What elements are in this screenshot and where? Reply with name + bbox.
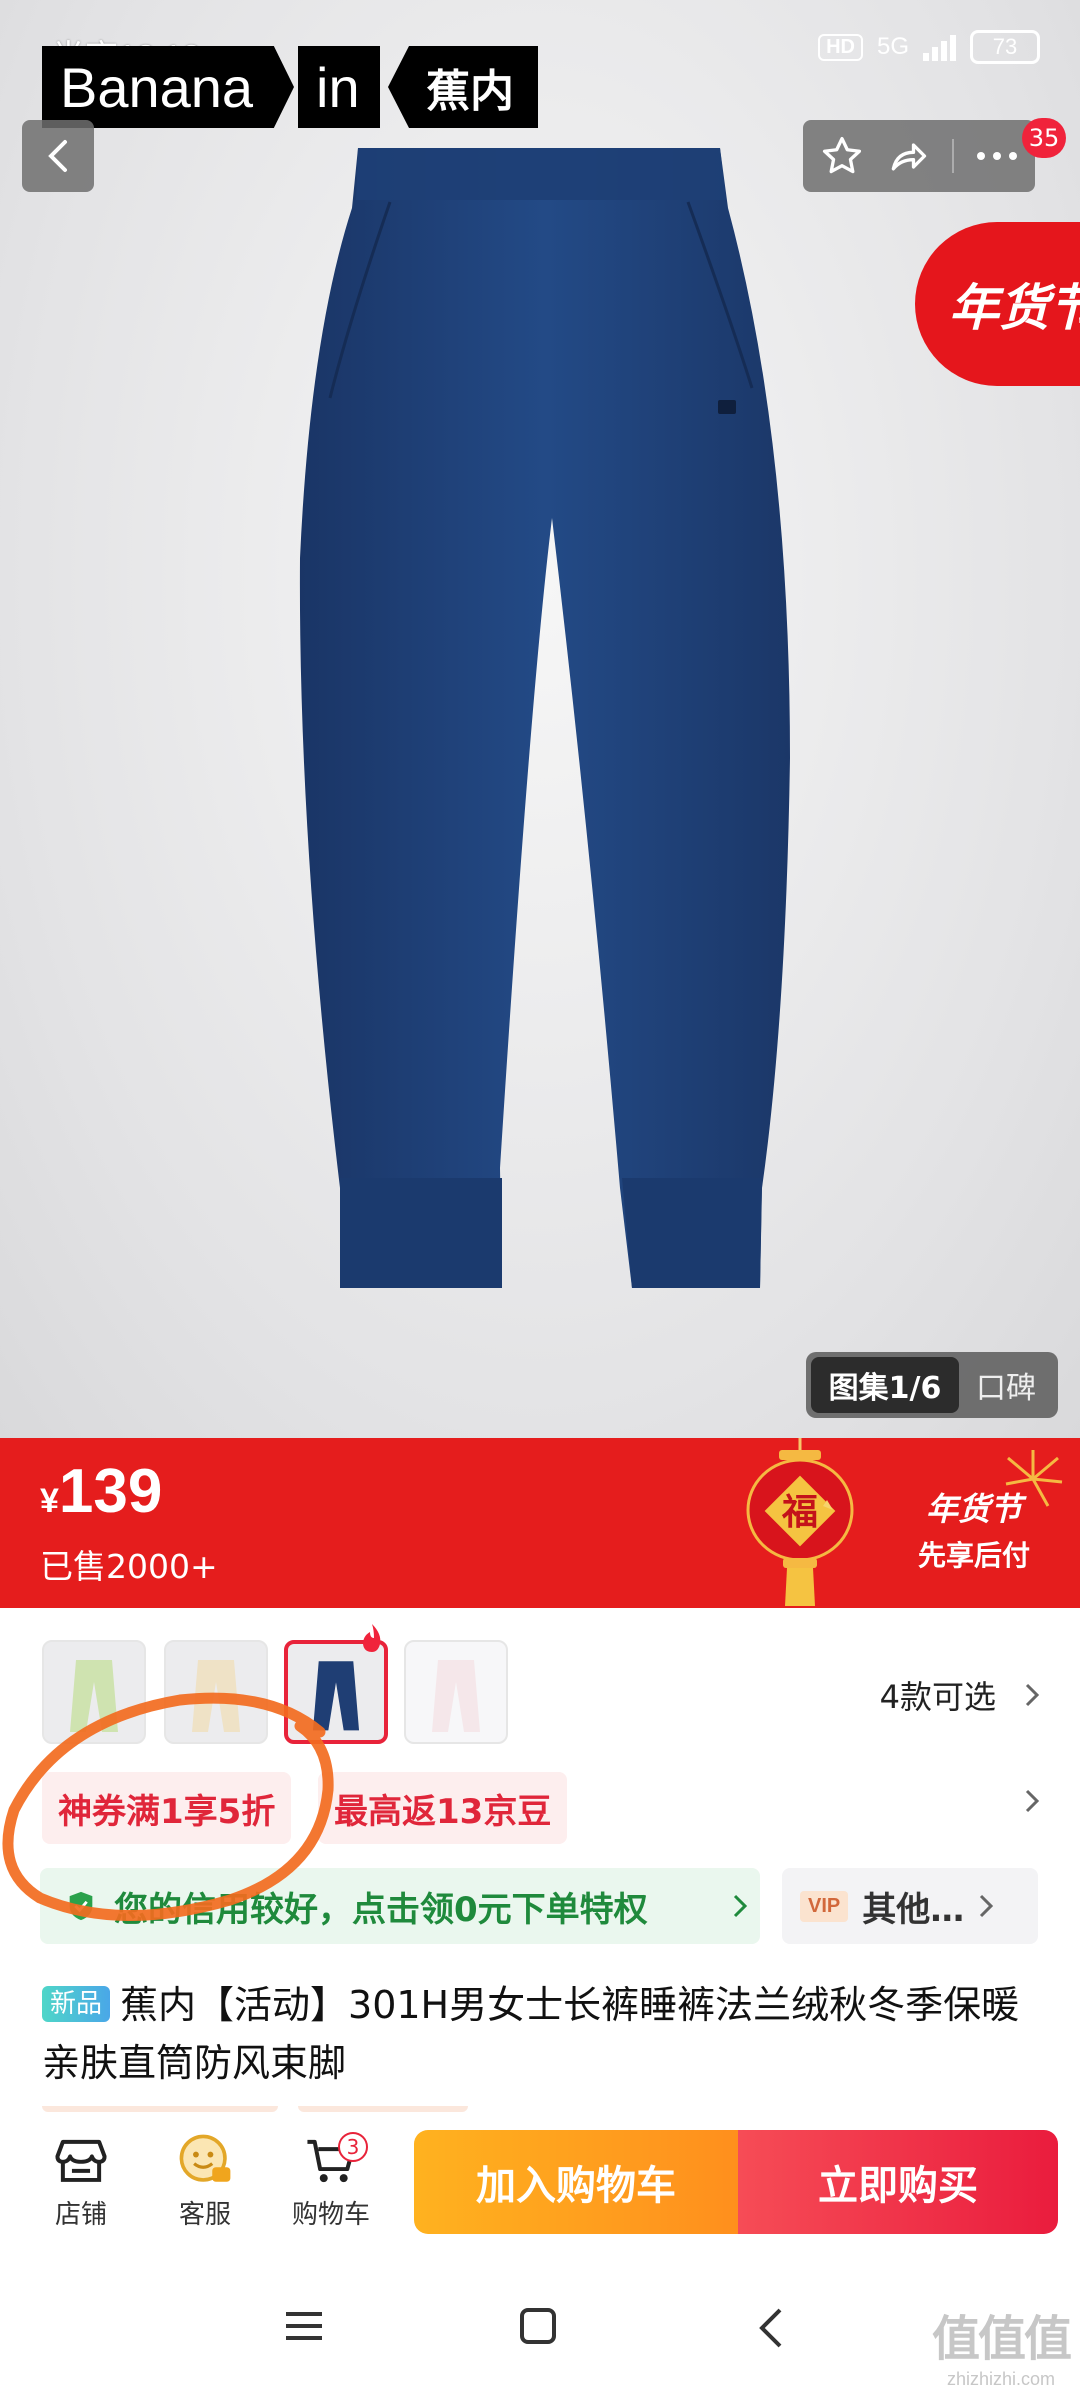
chevron-right-icon bbox=[1025, 1789, 1040, 1813]
pants-thumb-icon bbox=[432, 1660, 480, 1732]
festival-promo-title: 年货节 bbox=[925, 1490, 1022, 1528]
hidden-tag-peek bbox=[298, 2106, 468, 2112]
brand-logo: Banana in 蕉内 bbox=[42, 46, 538, 128]
bottom-action-bar: 店铺 客服 购物车 3 加入购物车 立即购买 bbox=[0, 2106, 1080, 2270]
product-title-block: 新品 蕉内【活动】301H男女士长裤睡裤法兰绒秋冬季保暖亲肤直筒防风束脚 bbox=[42, 1976, 1042, 2092]
price-currency: ¥ bbox=[40, 1482, 59, 1520]
signal-icon bbox=[923, 33, 956, 61]
coupon-discount[interactable]: 神券满1享5折 bbox=[42, 1772, 292, 1844]
credit-privilege-banner[interactable]: 您的信用较好，点击领0元下单特权 bbox=[40, 1868, 760, 1944]
shop-label: 店铺 bbox=[54, 2200, 107, 2230]
brand-part-2: in bbox=[298, 46, 380, 128]
cart-label: 购物车 bbox=[291, 2200, 370, 2230]
notification-badge: 35 bbox=[1022, 118, 1066, 158]
sku-thumb-4[interactable] bbox=[404, 1640, 508, 1744]
hidden-tag-peek bbox=[42, 2106, 278, 2112]
system-navigation-bar: 值值值 zhizhizhi.com bbox=[0, 2270, 1080, 2400]
pants-thumb-icon bbox=[70, 1660, 118, 1732]
sku-thumb-3-selected[interactable] bbox=[284, 1640, 388, 1744]
network-label: 5G bbox=[876, 33, 909, 60]
vip-badge: VIP bbox=[800, 1890, 849, 1922]
home-icon[interactable] bbox=[518, 2306, 558, 2346]
chevron-right-icon bbox=[733, 1894, 748, 1918]
add-to-cart-button[interactable]: 加入购物车 bbox=[414, 2130, 738, 2234]
price-amount: 139 bbox=[58, 1457, 163, 1526]
pants-thumb-icon bbox=[312, 1661, 360, 1731]
price-banner: ¥139 已售2000+ 福 年货节 先享后付 bbox=[0, 1438, 1080, 1608]
chevron-right-icon bbox=[980, 1894, 994, 1918]
gallery-tab-switch: 图集1/6 口碑 bbox=[806, 1352, 1058, 1418]
shield-check-icon bbox=[69, 1891, 93, 1921]
tab-reviews[interactable]: 口碑 bbox=[959, 1363, 1053, 1407]
watermark-url: zhizhizhi.com bbox=[946, 2369, 1056, 2389]
lantern-char: 福 bbox=[781, 1491, 818, 1533]
variants-label: 4款可选 bbox=[879, 1678, 996, 1716]
customer-service-label: 客服 bbox=[178, 2200, 231, 2230]
watermark-logo: 值值值 bbox=[931, 2311, 1072, 2367]
coupon-jingdou[interactable]: 最高返13京豆 bbox=[318, 1772, 568, 1844]
brand-part-3: 蕉内 bbox=[388, 46, 538, 128]
festival-promo[interactable]: 年货节 先享后付 bbox=[918, 1484, 1030, 1574]
star-icon[interactable] bbox=[820, 134, 864, 178]
top-action-group bbox=[803, 120, 1035, 192]
shop-button[interactable]: 店铺 bbox=[26, 2126, 136, 2231]
battery-icon: 73 bbox=[970, 30, 1040, 64]
share-icon[interactable] bbox=[885, 134, 931, 178]
vip-benefits[interactable]: VIP 其他… bbox=[782, 1868, 1038, 1944]
product-title: 蕉内【活动】301H男女士长裤睡裤法兰绒秋冬季保暖亲肤直筒防风束脚 bbox=[42, 1983, 1020, 2085]
sku-thumb-2[interactable] bbox=[164, 1640, 268, 1744]
hd-indicator: HD bbox=[818, 33, 863, 61]
customer-service-icon bbox=[179, 2134, 231, 2182]
buy-now-button[interactable]: 立即购买 bbox=[738, 2130, 1058, 2234]
vip-text: 其他… bbox=[862, 1889, 965, 1930]
lantern-icon: 福 bbox=[746, 1438, 854, 1606]
cart-count-badge: 3 bbox=[338, 2132, 368, 2162]
flame-icon bbox=[363, 1624, 381, 1652]
brand-part-1: Banana bbox=[42, 46, 294, 128]
status-icons: HD 5G 73 bbox=[818, 30, 1040, 64]
product-image-gallery[interactable]: 半夜12:13 HD 5G 73 Banana in 蕉内 35 年货节 图集1… bbox=[0, 0, 1080, 1438]
festival-tag[interactable]: 年货节 bbox=[915, 222, 1080, 386]
coupon-row[interactable]: 神券满1享5折 最高返13京豆 bbox=[0, 1762, 1080, 1852]
sold-count: 已售2000+ bbox=[40, 1547, 218, 1586]
divider bbox=[951, 139, 954, 173]
chevron-left-icon bbox=[48, 140, 67, 172]
product-image-pants bbox=[299, 148, 790, 1288]
back-nav-icon[interactable] bbox=[754, 2306, 786, 2350]
store-icon bbox=[55, 2139, 107, 2182]
cart-button[interactable]: 购物车 3 bbox=[276, 2126, 386, 2231]
new-tag: 新品 bbox=[42, 1986, 111, 2022]
variants-selector[interactable]: 4款可选 bbox=[880, 1672, 1040, 1718]
chevron-right-icon bbox=[1025, 1683, 1040, 1707]
back-button[interactable] bbox=[22, 120, 94, 192]
tab-gallery[interactable]: 图集1/6 bbox=[811, 1357, 959, 1413]
pants-thumb-icon bbox=[192, 1660, 240, 1732]
price: ¥139 bbox=[40, 1456, 162, 1527]
festival-promo-subtitle: 先享后付 bbox=[917, 1539, 1030, 1572]
more-icon[interactable] bbox=[975, 150, 1019, 162]
site-watermark: 值值值 zhizhizhi.com bbox=[931, 2299, 1072, 2390]
credit-text: 您的信用较好，点击领0元下单特权 bbox=[114, 1889, 648, 1930]
menu-icon[interactable] bbox=[282, 2306, 326, 2346]
sku-thumb-1[interactable] bbox=[42, 1640, 146, 1744]
customer-service-button[interactable]: 客服 bbox=[150, 2126, 260, 2231]
